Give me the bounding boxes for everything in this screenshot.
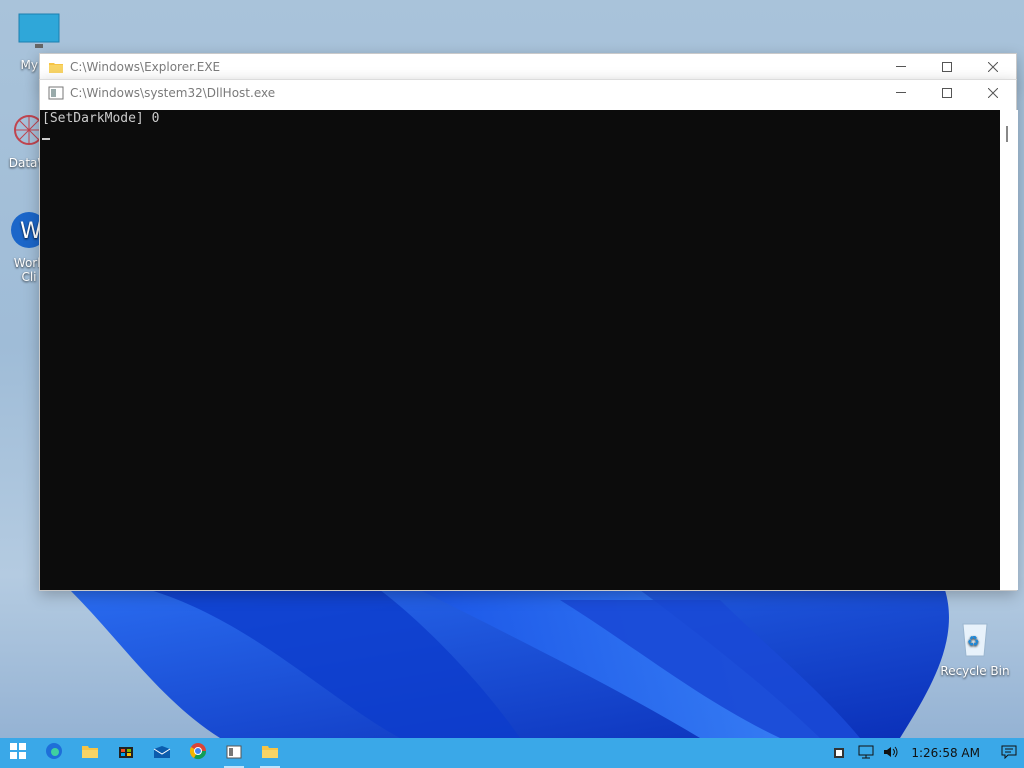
taskbar-store[interactable] <box>108 738 144 768</box>
taskbar-mail[interactable] <box>144 738 180 768</box>
start-button[interactable] <box>0 738 36 768</box>
edge-icon <box>45 742 63 764</box>
dllhost-console-window[interactable]: C:\Windows\system32\DllHost.exe [SetDark… <box>39 79 1018 591</box>
dllhost-title: C:\Windows\system32\DllHost.exe <box>70 86 276 100</box>
console-output-area[interactable]: [SetDarkMode] 0 <box>40 110 1000 590</box>
taskbar-dllhost-window[interactable] <box>216 738 252 768</box>
recycle-bin-icon: ♻ <box>940 618 1010 661</box>
console-cursor <box>42 138 50 140</box>
volume-button[interactable] <box>879 738 903 768</box>
folder-icon <box>261 743 279 763</box>
monitor-icon <box>4 12 74 55</box>
explorer-titlebar[interactable]: C:\Windows\Explorer.EXE <box>40 54 1016 80</box>
console-output-line: [SetDarkMode] 0 <box>42 111 160 126</box>
app-window-icon <box>226 744 242 763</box>
tray-app-icon <box>833 744 845 763</box>
scrollbar-thumb[interactable] <box>1006 126 1008 142</box>
mail-icon <box>153 744 171 763</box>
explorer-title: C:\Windows\Explorer.EXE <box>70 60 221 74</box>
taskbar: 1:26:58 AM <box>0 738 1024 768</box>
minimize-button[interactable] <box>878 80 924 106</box>
store-icon <box>118 743 134 763</box>
taskbar-clock[interactable]: 1:26:58 AM <box>911 746 980 760</box>
tray-app-button[interactable] <box>825 738 853 768</box>
desktop-icon-recycle-bin[interactable]: ♻ Recycle Bin <box>940 618 1010 678</box>
desktop-icon-label: Recycle Bin <box>940 664 1010 678</box>
taskbar-edge[interactable] <box>36 738 72 768</box>
maximize-button[interactable] <box>924 54 970 80</box>
minimize-button[interactable] <box>878 54 924 80</box>
chrome-icon <box>189 742 207 764</box>
console-app-icon <box>48 85 64 101</box>
taskbar-chrome[interactable] <box>180 738 216 768</box>
close-button[interactable] <box>970 80 1016 106</box>
action-center-button[interactable] <box>994 738 1024 768</box>
network-button[interactable] <box>853 738 879 768</box>
svg-text:♻: ♻ <box>967 634 980 650</box>
notification-icon <box>1001 744 1017 763</box>
dllhost-titlebar[interactable]: C:\Windows\system32\DllHost.exe <box>40 80 1016 106</box>
network-icon <box>858 744 874 763</box>
taskbar-file-explorer[interactable] <box>72 738 108 768</box>
speaker-icon <box>883 744 899 763</box>
maximize-button[interactable] <box>924 80 970 106</box>
console-scrollbar[interactable] <box>1000 110 1018 590</box>
taskbar-explorer-window[interactable] <box>252 738 288 768</box>
file-explorer-icon <box>81 743 99 763</box>
close-button[interactable] <box>970 54 1016 80</box>
start-icon <box>10 743 26 763</box>
system-tray: 1:26:58 AM <box>825 738 1024 768</box>
folder-icon <box>48 59 64 75</box>
